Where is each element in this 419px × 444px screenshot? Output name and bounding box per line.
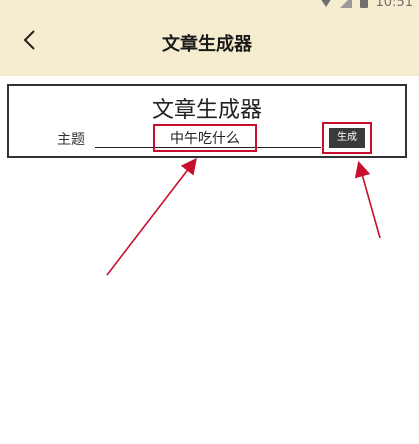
annotation-arrows (106, 157, 381, 276)
arrow-to-generate (354, 160, 381, 239)
arrow-to-topic (106, 157, 197, 276)
